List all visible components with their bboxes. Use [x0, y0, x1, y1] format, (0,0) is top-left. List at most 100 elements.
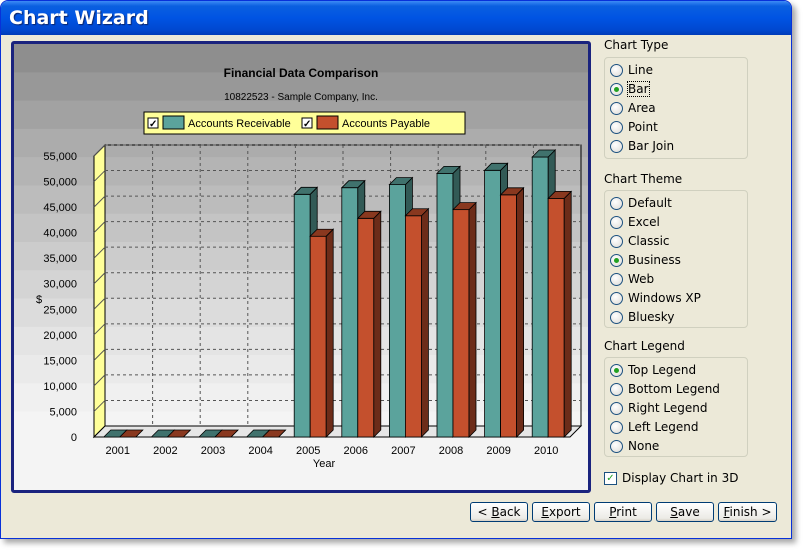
bar-front [357, 217, 375, 438]
button-label-prefix: < [477, 505, 492, 519]
checkbox-check-icon[interactable]: ✓ [604, 471, 617, 485]
chart-legend-option-bottom-legend[interactable]: Bottom Legend [610, 380, 720, 398]
radio-label: Area [628, 101, 656, 115]
bar-side [325, 228, 334, 438]
chart-subtitle: 10822523 - Sample Company, Inc. [224, 92, 378, 103]
radio-button-icon[interactable] [610, 291, 623, 305]
bar-front [388, 184, 406, 438]
legend-check-icon: ✓ [149, 119, 157, 130]
radio-label: Classic [628, 234, 670, 248]
export-button[interactable]: Export [532, 502, 590, 522]
x-tick-label: 2003 [201, 445, 225, 457]
chart-type-option-point[interactable]: Point [610, 118, 658, 136]
radio-button-icon[interactable] [610, 196, 623, 210]
plot-side-wall [93, 143, 106, 439]
window-title: Chart Wizard [9, 7, 149, 29]
bar-front [500, 194, 518, 438]
legend-check-icon: ✓ [303, 119, 311, 130]
bar-side [468, 201, 477, 438]
print-button[interactable]: Print [594, 502, 652, 522]
bar-front [404, 215, 422, 438]
y-tick-label: 50,000 [43, 177, 77, 189]
radio-button-icon[interactable] [610, 310, 623, 324]
radio-label: Windows XP [628, 291, 701, 305]
button-mnemonic: S [670, 505, 678, 519]
radio-button-icon[interactable] [610, 401, 623, 415]
button-label-rest: xport [548, 505, 581, 519]
button-label-rest: ave [677, 505, 700, 519]
chart-theme-option-windows-xp[interactable]: Windows XP [610, 289, 701, 307]
radio-label: Business [628, 253, 681, 267]
bar-side [420, 207, 429, 438]
bar-front [293, 193, 311, 438]
radio-button-icon[interactable] [610, 101, 623, 115]
chart-legend-option-top-legend[interactable]: Top Legend [610, 361, 696, 379]
bar-front [547, 198, 565, 438]
radio-button-icon[interactable] [610, 63, 623, 77]
radio-button-icon[interactable] [610, 439, 623, 453]
chart-type-option-line[interactable]: Line [610, 61, 653, 79]
radio-button-icon[interactable] [610, 120, 623, 134]
chart-legend-option-right-legend[interactable]: Right Legend [610, 399, 708, 417]
x-tick-label: 2007 [391, 445, 415, 457]
radio-label: None [628, 439, 660, 453]
bar-front [436, 172, 454, 438]
radio-button-icon[interactable] [610, 363, 623, 377]
y-tick-label: 40,000 [43, 228, 77, 240]
x-tick-label: 2010 [534, 445, 558, 457]
radio-button-icon[interactable] [610, 234, 623, 248]
bar-front [309, 235, 327, 438]
y-tick-label: 30,000 [43, 279, 77, 291]
chart-legend-option-none[interactable]: None [610, 437, 659, 455]
radio-button-icon[interactable] [610, 82, 623, 96]
back-button[interactable]: < Back [470, 502, 528, 522]
radio-label: Top Legend [628, 363, 697, 377]
y-tick-label: 5,000 [49, 406, 77, 418]
chart-theme-option-web[interactable]: Web [610, 270, 654, 288]
button-mnemonic: B [491, 505, 500, 519]
radio-label: Excel [628, 215, 660, 229]
radio-button-icon[interactable] [610, 215, 623, 229]
finish-button[interactable]: Finish > [718, 502, 777, 522]
display-3d-label: Display Chart in 3D [622, 471, 739, 485]
x-tick-label: 2001 [106, 445, 130, 457]
chart-theme-option-business[interactable]: Business [610, 251, 681, 269]
chart-type-label: Chart Type [604, 38, 669, 52]
y-tick-label: 55,000 [43, 151, 77, 163]
radio-button-icon[interactable] [610, 382, 623, 396]
save-button[interactable]: Save [656, 502, 714, 522]
display-3d-checkbox[interactable]: ✓ Display Chart in 3D [604, 471, 738, 485]
chart-wizard-window: Chart Wizard Financial Data Comparison 10… [0, 0, 792, 539]
legend-entry: Accounts Receivable [188, 118, 291, 130]
y-tick-label: 45,000 [43, 202, 77, 214]
chart-theme-option-bluesky[interactable]: Bluesky [610, 308, 674, 326]
radio-label: Bottom Legend [628, 382, 720, 396]
y-axis-label: $ [36, 294, 42, 306]
radio-label: Left Legend [628, 420, 699, 434]
radio-label: Default [628, 196, 672, 210]
legend-swatch [162, 115, 185, 130]
radio-button-icon[interactable] [610, 272, 623, 286]
chart-panel: Financial Data Comparison 10822523 - Samp… [11, 41, 591, 493]
radio-button-icon[interactable] [610, 139, 623, 153]
chart-type-option-bar[interactable]: Bar [610, 80, 650, 98]
bar-front [531, 156, 549, 438]
radio-button-icon[interactable] [610, 420, 623, 434]
bar-side [516, 186, 525, 438]
x-tick-label: 2009 [486, 445, 510, 457]
chart-type-option-area[interactable]: Area [610, 99, 656, 117]
y-tick-label: 15,000 [43, 355, 77, 367]
chart-legend-option-left-legend[interactable]: Left Legend [610, 418, 698, 436]
title-bar[interactable]: Chart Wizard [1, 1, 791, 35]
button-label-rest: inish > [729, 505, 772, 519]
radio-button-icon[interactable] [610, 253, 623, 267]
radio-label: Web [628, 272, 655, 286]
chart-theme-option-default[interactable]: Default [610, 194, 672, 212]
y-tick-label: 0 [71, 432, 77, 444]
x-tick-label: 2006 [344, 445, 368, 457]
chart-theme-option-classic[interactable]: Classic [610, 232, 670, 250]
chart-type-option-bar-join[interactable]: Bar Join [610, 137, 674, 155]
x-tick-label: 2005 [296, 445, 320, 457]
chart-theme-option-excel[interactable]: Excel [610, 213, 660, 231]
x-tick-label: 2002 [153, 445, 177, 457]
